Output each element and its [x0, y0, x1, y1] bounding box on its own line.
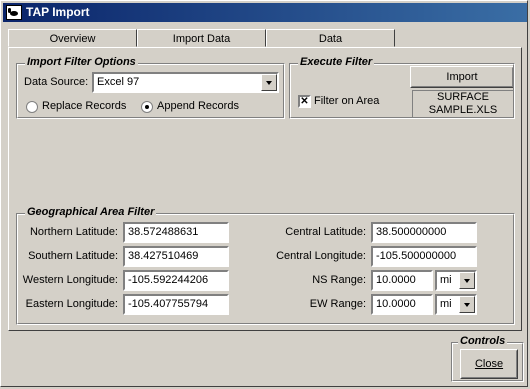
replace-records-label: Replace Records	[42, 100, 127, 112]
northern-latitude-label: Northern Latitude:	[29, 226, 118, 238]
group-title: Execute Filter	[298, 56, 375, 68]
title-bar[interactable]: TAP Import	[3, 3, 527, 22]
tap-import-window: TAP Import Overview Import Data Data Imp…	[0, 0, 528, 387]
app-icon	[6, 5, 22, 20]
ew-unit-value: mi	[440, 298, 452, 310]
window-title: TAP Import	[26, 5, 90, 19]
western-longitude-label: Western Longitude:	[22, 274, 118, 286]
southern-latitude-input[interactable]: 38.427510469	[123, 246, 229, 267]
file-name-display: SURFACE SAMPLE.XLS	[412, 90, 514, 118]
filter-on-area-checkbox[interactable]: ✕	[298, 95, 311, 108]
central-longitude-label: Central Longitude:	[276, 250, 366, 262]
file-name-line1: SURFACE	[437, 91, 489, 103]
northern-latitude-input[interactable]: 38.572488631	[123, 222, 229, 243]
central-longitude-input[interactable]: -105.500000000	[371, 246, 477, 267]
geographical-area-filter-group: Geographical Area Filter Northern Latitu…	[16, 206, 515, 325]
group-title: Controls	[458, 335, 508, 347]
group-title: Import Filter Options	[25, 56, 138, 68]
tab-data[interactable]: Data	[266, 29, 395, 47]
central-latitude-input[interactable]: 38.500000000	[371, 222, 477, 243]
ew-range-label: EW Range:	[309, 298, 366, 310]
ns-range-label: NS Range:	[312, 274, 366, 286]
filter-on-area-label: Filter on Area	[314, 95, 380, 107]
replace-records-radio[interactable]	[26, 101, 38, 113]
ns-unit-select[interactable]: mi	[435, 270, 477, 291]
tab-overview[interactable]: Overview	[8, 29, 137, 47]
data-source-select[interactable]: Excel 97	[92, 72, 279, 93]
tab-control: Overview Import Data Data Import Filter …	[8, 29, 522, 331]
append-records-radio[interactable]	[141, 101, 153, 113]
ew-range-input[interactable]: 10.0000	[371, 294, 433, 315]
execute-filter-group: Execute Filter Import ✕ Filter on Area S…	[289, 56, 515, 119]
data-source-value: Excel 97	[97, 76, 140, 88]
western-longitude-input[interactable]: -105.592244206	[123, 270, 229, 291]
ns-range-input[interactable]: 10.0000	[371, 270, 433, 291]
eastern-longitude-label: Eastern Longitude:	[25, 298, 118, 310]
tab-import-data[interactable]: Import Data	[137, 29, 266, 47]
eastern-longitude-input[interactable]: -105.407755794	[123, 294, 229, 315]
close-button[interactable]: Close	[460, 349, 518, 379]
ns-unit-value: mi	[440, 274, 452, 286]
central-latitude-label: Central Latitude:	[285, 226, 366, 238]
import-filter-options-group: Import Filter Options Data Source: Excel…	[16, 56, 285, 119]
append-records-label: Append Records	[157, 100, 239, 112]
tab-panel: Import Filter Options Data Source: Excel…	[8, 47, 522, 331]
chevron-down-icon[interactable]	[261, 74, 277, 91]
southern-latitude-label: Southern Latitude:	[28, 250, 118, 262]
chevron-down-icon[interactable]	[459, 296, 475, 313]
data-source-label: Data Source:	[24, 76, 89, 88]
file-name-line2: SAMPLE.XLS	[428, 104, 498, 116]
controls-group: Controls Close	[451, 335, 524, 382]
import-button[interactable]: Import	[410, 66, 514, 88]
group-title: Geographical Area Filter	[25, 206, 157, 218]
ew-unit-select[interactable]: mi	[435, 294, 477, 315]
chevron-down-icon[interactable]	[459, 272, 475, 289]
